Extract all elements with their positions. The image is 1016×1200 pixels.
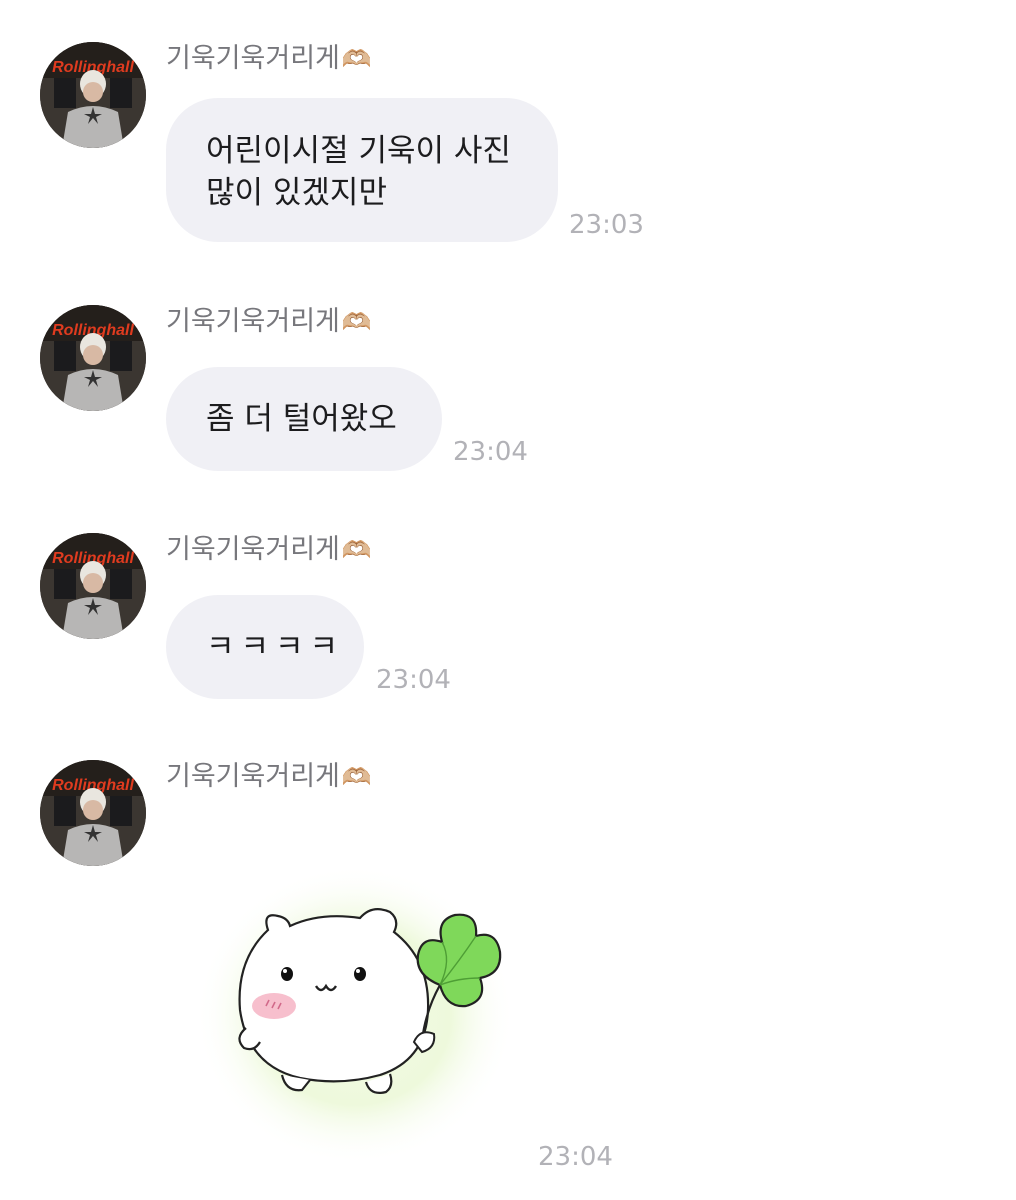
timestamp: 23:04 — [376, 665, 451, 695]
message-text: ㅋㅋㅋㅋ — [206, 629, 345, 665]
avatar[interactable]: Rollinghall — [40, 42, 146, 148]
sender-name: 기욱기욱거리게🫶🏼 — [166, 306, 372, 337]
avatar-photo: Rollinghall — [40, 305, 146, 411]
heart-hands-icon: 🫶🏼 — [341, 308, 372, 336]
message-text: 많이 있겠지만 — [206, 175, 387, 211]
timestamp: 23:04 — [538, 1142, 613, 1172]
avatar[interactable]: Rollinghall — [40, 305, 146, 411]
avatar-photo: Rollinghall — [40, 760, 146, 866]
heart-hands-icon: 🫶🏼 — [341, 45, 372, 73]
message-bubble[interactable]: ㅋㅋㅋㅋ — [166, 595, 364, 699]
avatar[interactable]: Rollinghall — [40, 760, 146, 866]
message-bubble[interactable]: 좀 더 털어왔오 — [166, 367, 442, 471]
avatar[interactable]: Rollinghall — [40, 533, 146, 639]
heart-hands-icon: 🫶🏼 — [341, 536, 372, 564]
avatar-photo: Rollinghall — [40, 42, 146, 148]
sender-name: 기욱기욱거리게🫶🏼 — [166, 534, 372, 565]
timestamp: 23:03 — [569, 210, 644, 240]
sender-name: 기욱기욱거리게🫶🏼 — [166, 43, 372, 74]
message-text: 어린이시절 기욱이 사진 — [206, 133, 511, 169]
hamster-holding-clover-sticker[interactable] — [190, 860, 520, 1180]
heart-hands-icon: 🫶🏼 — [341, 763, 372, 791]
message-bubble[interactable]: 어린이시절 기욱이 사진 많이 있겠지만 — [166, 98, 558, 242]
message-text: 좀 더 털어왔오 — [206, 401, 397, 437]
sender-name: 기욱기욱거리게🫶🏼 — [166, 761, 372, 792]
avatar-photo: Rollinghall — [40, 533, 146, 639]
timestamp: 23:04 — [453, 437, 528, 467]
